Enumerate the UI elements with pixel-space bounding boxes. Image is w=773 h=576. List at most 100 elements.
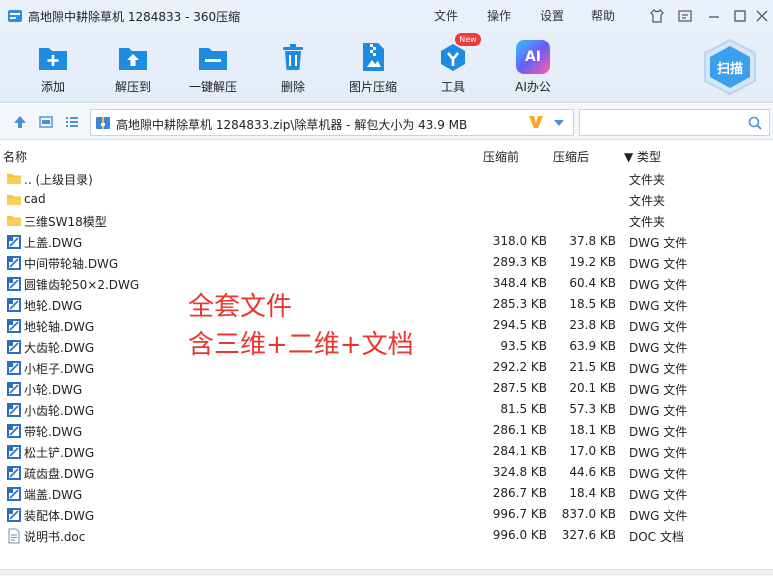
folder-icon	[7, 174, 21, 184]
file-original-size: 19.2 KB	[569, 255, 616, 269]
file-type: DWG 文件	[629, 383, 688, 397]
file-row[interactable]: 带轮.DWG 286.1 KB 18.1 KB DWG 文件	[0, 420, 773, 441]
dwg-file-icon	[7, 277, 21, 291]
file-type: DWG 文件	[629, 236, 688, 250]
file-name: 疏齿盘.DWG	[24, 467, 95, 481]
doc-file-icon	[8, 528, 20, 544]
menu-help[interactable]: 帮助	[591, 7, 615, 24]
file-name: 小轮.DWG	[24, 383, 83, 397]
dwg-file-icon	[7, 256, 21, 270]
minimize-icon[interactable]	[706, 8, 722, 24]
dwg-file-icon	[7, 508, 21, 522]
dwg-file-icon	[7, 487, 21, 501]
file-compressed-size: 286.7 KB	[492, 486, 547, 500]
dwg-file-icon	[7, 298, 21, 312]
extract-to-button[interactable]: 解压到	[101, 40, 165, 95]
dwg-file-icon	[7, 424, 21, 438]
file-original-size: 18.1 KB	[569, 423, 616, 437]
delete-button[interactable]: 删除	[261, 40, 325, 95]
address-path: 高地隙中耕除草机 1284833.zip\除草机器 - 解包大小为 43.9 M…	[116, 118, 468, 132]
file-name: 大齿轮.DWG	[24, 341, 95, 355]
folder-icon	[7, 195, 21, 205]
column-type-header[interactable]: ▼ 类型	[624, 148, 661, 165]
search-input[interactable]	[579, 109, 770, 136]
extract-to-icon	[119, 48, 147, 70]
file-type: DWG 文件	[629, 341, 688, 355]
ai-office-icon: AI	[516, 40, 550, 74]
file-name: 中间带轮轴.DWG	[24, 257, 119, 271]
skin-icon[interactable]	[649, 8, 665, 24]
dwg-file-icon	[7, 403, 21, 417]
file-compressed-size: 348.4 KB	[492, 276, 547, 290]
address-dropdown-icon[interactable]	[553, 119, 565, 127]
list-view-icon[interactable]	[64, 114, 80, 130]
image-compress-label: 图片压缩	[348, 80, 397, 94]
vip-v-icon[interactable]	[527, 113, 545, 131]
file-row[interactable]: 中间带轮轴.DWG 289.3 KB 19.2 KB DWG 文件	[0, 252, 773, 273]
one-click-extract-button[interactable]: 一键解压	[181, 40, 245, 95]
thumbnail-view-icon[interactable]	[38, 114, 54, 130]
file-original-size: 17.0 KB	[569, 444, 616, 458]
file-compressed-size: 93.5 KB	[500, 339, 547, 353]
file-row[interactable]: cad 文件夹	[0, 189, 773, 210]
menu-file[interactable]: 文件	[434, 7, 458, 24]
file-row[interactable]: 端盖.DWG 286.7 KB 18.4 KB DWG 文件	[0, 483, 773, 504]
feedback-icon[interactable]	[677, 8, 693, 24]
file-compressed-size: 81.5 KB	[500, 402, 547, 416]
extract-to-label: 解压到	[114, 80, 151, 94]
file-name: cad	[24, 192, 46, 206]
column-name-header[interactable]: 名称	[3, 148, 27, 165]
file-original-size: 57.3 KB	[569, 402, 616, 416]
address-row: 高地隙中耕除草机 1284833.zip\除草机器 - 解包大小为 43.9 M…	[0, 104, 773, 140]
file-row[interactable]: 装配体.DWG 996.7 KB 837.0 KB DWG 文件	[0, 504, 773, 525]
delete-label: 删除	[280, 80, 305, 94]
file-type: DWG 文件	[629, 278, 688, 292]
menu-settings[interactable]: 设置	[540, 7, 564, 24]
file-type: DWG 文件	[629, 404, 688, 418]
column-compressed-header[interactable]: 压缩前	[483, 148, 519, 165]
file-row[interactable]: 上盖.DWG 318.0 KB 37.8 KB DWG 文件	[0, 231, 773, 252]
image-compress-button[interactable]: 图片压缩	[341, 40, 405, 95]
file-compressed-size: 996.0 KB	[492, 528, 547, 542]
file-name: 松土铲.DWG	[24, 446, 95, 460]
file-row[interactable]: 说明书.doc 996.0 KB 327.6 KB DOC 文档	[0, 525, 773, 546]
one-click-extract-label: 一键解压	[188, 80, 237, 94]
tools-button[interactable]: 工具	[421, 40, 485, 95]
file-row[interactable]: 小齿轮.DWG 81.5 KB 57.3 KB DWG 文件	[0, 399, 773, 420]
file-row[interactable]: .. (上级目录) 文件夹	[0, 168, 773, 189]
file-row[interactable]: 小轮.DWG 287.5 KB 20.1 KB DWG 文件	[0, 378, 773, 399]
app-logo-icon	[8, 10, 22, 22]
file-row[interactable]: 松土铲.DWG 284.1 KB 17.0 KB DWG 文件	[0, 441, 773, 462]
scan-button[interactable]: 扫描	[700, 38, 760, 96]
close-icon[interactable]	[754, 8, 770, 24]
ai-icon-text: AI	[524, 49, 542, 65]
column-original-header[interactable]: 压缩后	[553, 148, 589, 165]
file-type: DWG 文件	[629, 299, 688, 313]
menu-action[interactable]: 操作	[487, 7, 511, 24]
scan-label: 扫描	[716, 62, 743, 77]
file-name: 地轮.DWG	[24, 299, 83, 313]
file-compressed-size: 318.0 KB	[492, 234, 547, 248]
trash-icon	[283, 44, 303, 70]
maximize-icon[interactable]	[732, 8, 748, 24]
file-name: 小齿轮.DWG	[24, 404, 95, 418]
new-badge-text: New	[459, 35, 477, 44]
address-bar[interactable]: 高地隙中耕除草机 1284833.zip\除草机器 - 解包大小为 43.9 M…	[90, 109, 574, 136]
file-type: DWG 文件	[629, 425, 688, 439]
file-type: 文件夹	[629, 194, 666, 208]
search-icon[interactable]	[747, 115, 763, 131]
dwg-file-icon	[7, 466, 21, 480]
new-badge: New	[455, 33, 481, 46]
file-row[interactable]: 疏齿盘.DWG 324.8 KB 44.6 KB DWG 文件	[0, 462, 773, 483]
add-button[interactable]: 添加	[21, 40, 85, 95]
file-name: 装配体.DWG	[24, 509, 95, 523]
zip-file-icon	[96, 117, 110, 129]
file-compressed-size: 292.2 KB	[492, 360, 547, 374]
title-bar: 高地隙中耕除草机 1284833 - 360压缩 文件 操作 设置 帮助	[0, 0, 773, 32]
ai-office-button[interactable]: AI AI办公	[501, 40, 565, 95]
image-compress-icon	[363, 43, 384, 71]
up-arrow-icon[interactable]	[12, 114, 28, 130]
promo-line-2: 含三维+二维+文档	[188, 330, 414, 360]
file-row[interactable]: 三维SW18模型 文件夹	[0, 210, 773, 231]
file-type: DOC 文档	[629, 530, 684, 544]
